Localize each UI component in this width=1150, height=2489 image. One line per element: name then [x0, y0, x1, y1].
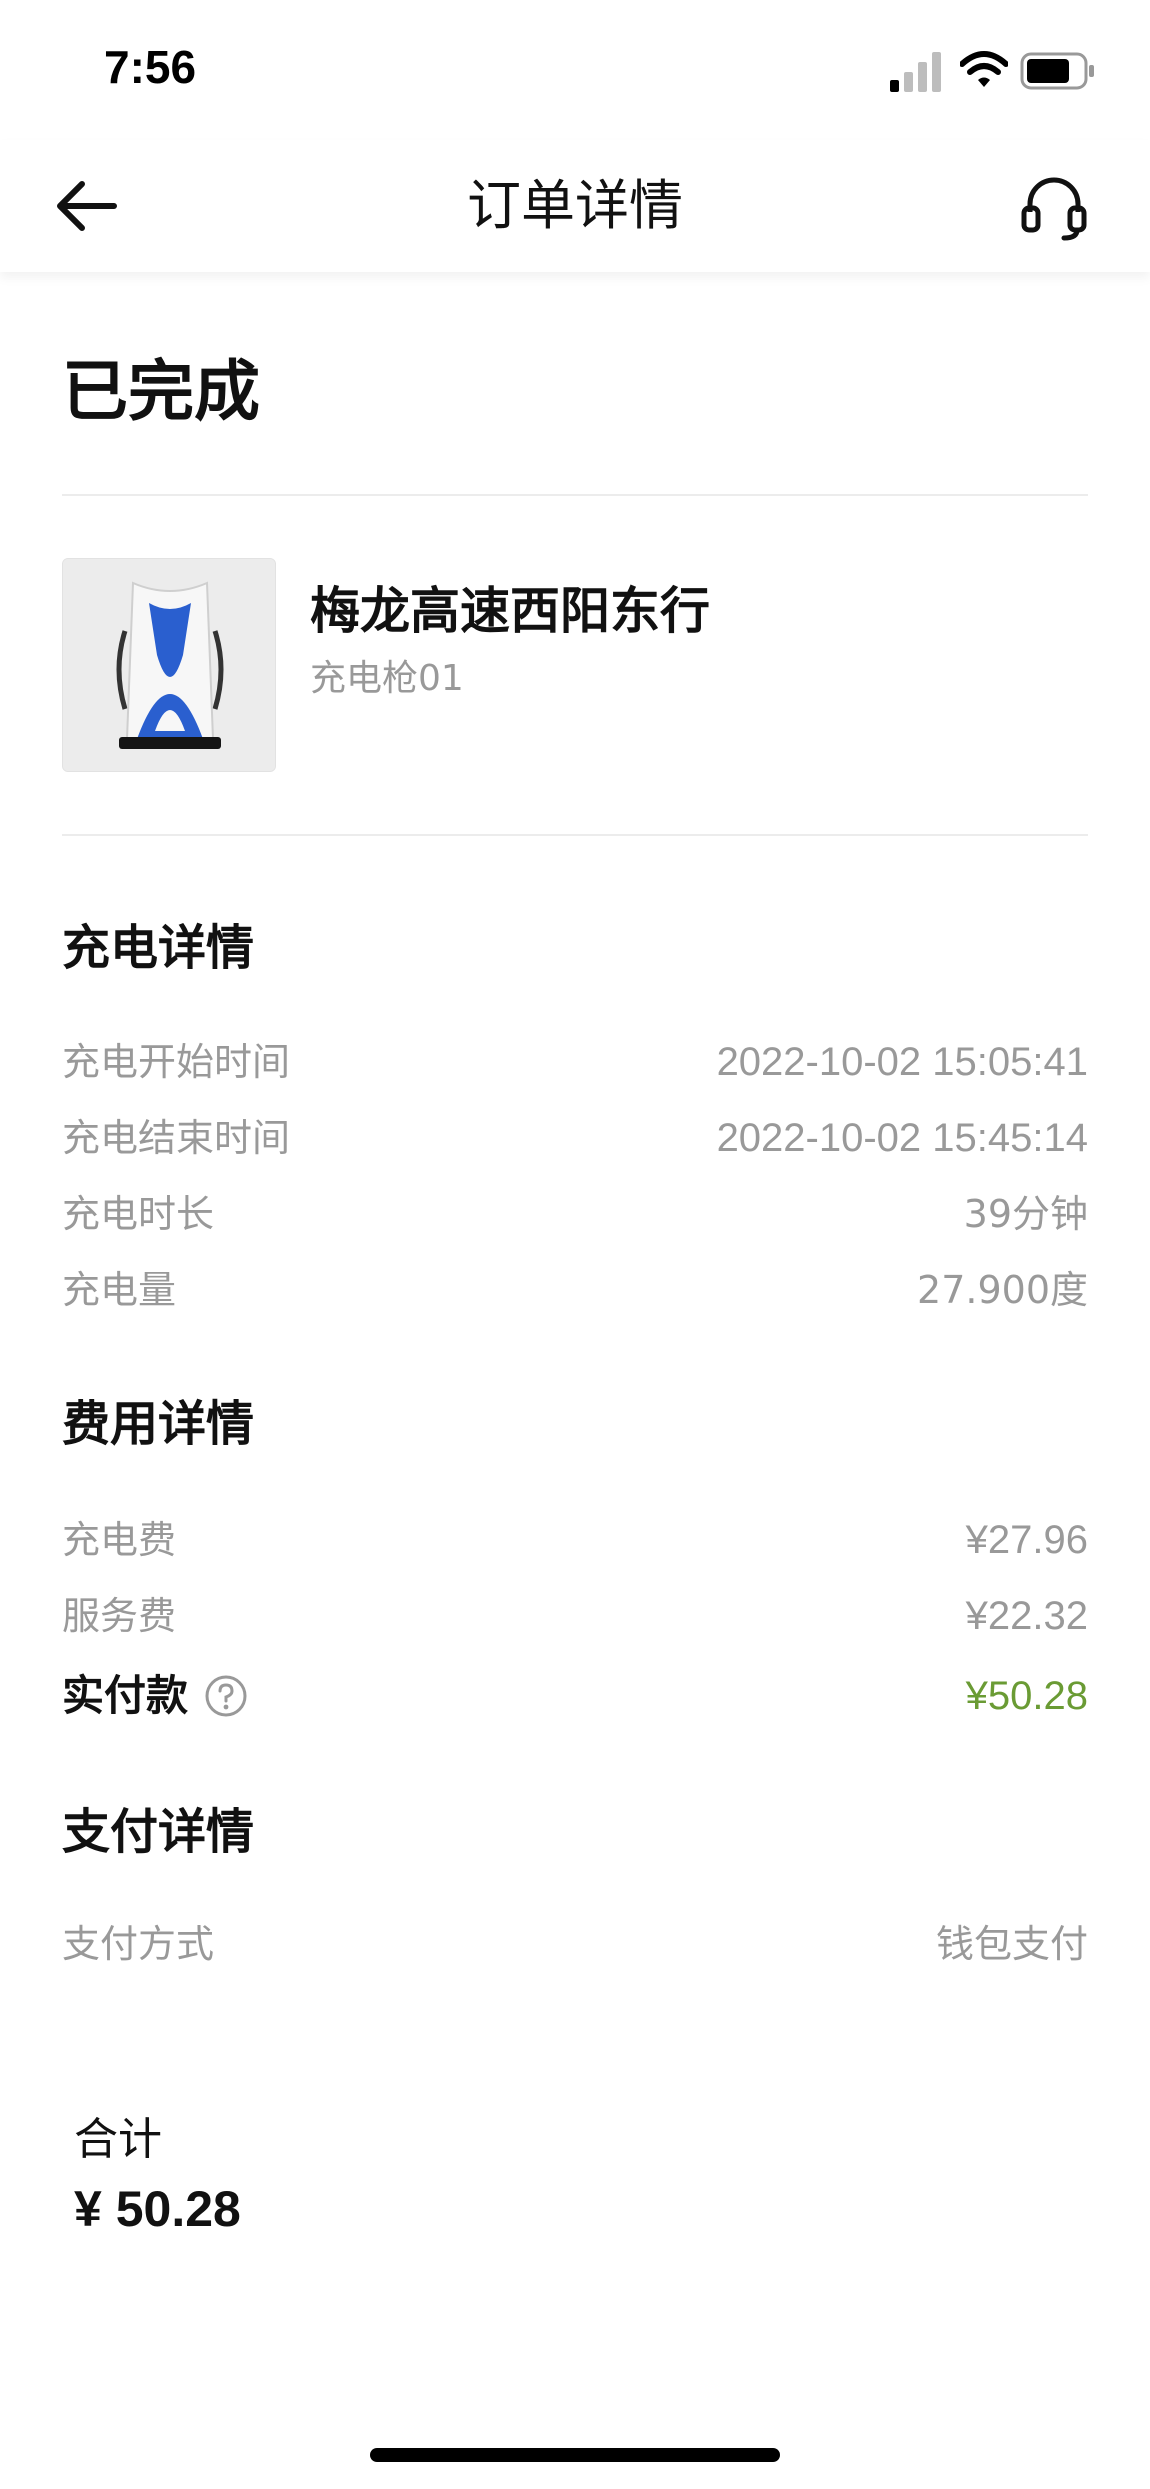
charge-start-time-row: 充电开始时间 2022-10-02 15:05:41: [62, 1034, 1088, 1090]
status-bar: 7:56: [0, 0, 1150, 140]
row-value: ¥27.96: [965, 1518, 1088, 1562]
page-title: 订单详情: [467, 174, 683, 237]
row-value: 2022-10-02 15:05:41: [716, 1040, 1088, 1084]
charging-gun-label: 充电枪01: [310, 658, 464, 699]
row-label: 充电量: [62, 1268, 177, 1312]
home-indicator[interactable]: [370, 2448, 780, 2462]
paid-amount-value: ¥50.28: [965, 1674, 1088, 1718]
row-label: 充电时长: [62, 1192, 215, 1236]
payment-details-title: 支付详情: [62, 1804, 255, 1860]
charge-amount-row: 充电量 27.900度: [62, 1262, 1088, 1318]
order-detail-page: 7:56 订单详情 已完成 梅龙高速西阳东行 充电枪01 充电详情 充电开始时间…: [0, 0, 1150, 2489]
row-value: 2022-10-02 15:45:14: [716, 1116, 1088, 1160]
fee-details-title: 费用详情: [62, 1396, 255, 1452]
status-time: 7:56: [104, 41, 197, 93]
row-value: ¥22.32: [965, 1594, 1088, 1638]
divider: [62, 834, 1088, 836]
charging-fee-row: 充电费 ¥27.96: [62, 1512, 1088, 1568]
total-amount: ¥ 50.28: [74, 2181, 241, 2237]
nav-bar: 订单详情: [0, 140, 1150, 272]
row-label: 充电费: [62, 1518, 177, 1562]
row-value: 钱包支付: [935, 1922, 1088, 1966]
station-card[interactable]: 梅龙高速西阳东行 充电枪01: [62, 558, 1088, 772]
signal-icon: [890, 52, 941, 92]
divider: [62, 494, 1088, 496]
row-label: 充电结束时间: [62, 1116, 291, 1160]
row-value: 27.900度: [917, 1268, 1088, 1312]
row-value: 39分钟: [963, 1192, 1088, 1236]
wifi-icon: [960, 51, 1008, 87]
total-label: 合计: [74, 2114, 162, 2165]
headset-icon[interactable]: [1018, 172, 1090, 244]
paid-amount-label: 实付款: [62, 1671, 189, 1720]
paid-amount-row: 实付款 ¥50.28: [62, 1668, 1088, 1724]
row-label: 充电开始时间: [62, 1040, 291, 1084]
charge-duration-row: 充电时长 39分钟: [62, 1186, 1088, 1242]
row-label: 支付方式: [62, 1922, 215, 1966]
question-circle-icon[interactable]: [204, 1674, 248, 1718]
battery-icon: [1020, 52, 1094, 90]
payment-method-row: 支付方式 钱包支付: [62, 1916, 1088, 1972]
station-name: 梅龙高速西阳东行: [310, 582, 710, 640]
order-status: 已完成: [62, 353, 260, 430]
charge-end-time-row: 充电结束时间 2022-10-02 15:45:14: [62, 1110, 1088, 1166]
charger-image: [62, 558, 276, 772]
row-label: 服务费: [62, 1594, 177, 1638]
charging-details-title: 充电详情: [62, 920, 255, 976]
service-fee-row: 服务费 ¥22.32: [62, 1588, 1088, 1644]
